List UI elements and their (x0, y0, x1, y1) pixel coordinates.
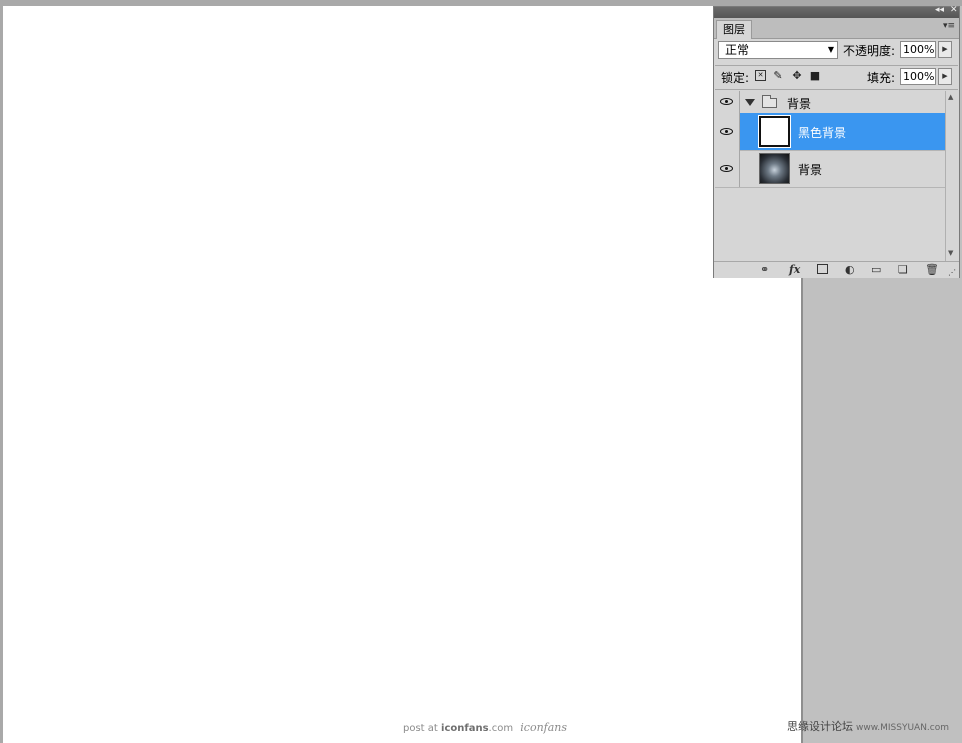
visibility-toggle[interactable] (715, 150, 740, 187)
layer-content: 背景 (740, 91, 945, 113)
link-layers-icon[interactable]: ⚭ (760, 263, 769, 277)
mask-icon[interactable] (817, 264, 828, 274)
layer-thumbnail-white (759, 116, 790, 147)
new-group-icon[interactable]: ▭ (871, 263, 881, 277)
opacity-label: 不透明度: (843, 44, 896, 58)
expand-triangle-icon[interactable] (745, 99, 755, 106)
layers-panel: ◂◂ ✕ 图层 ▾≡ 正常 ▼ 不透明度: 100% ▶ 锁定: ✕ ✎ ✥ ■… (713, 5, 960, 278)
panel-tabbar: 图层 ▾≡ (714, 18, 959, 39)
panel-footer: ⚭ fx ◐ ▭ ❏ 🗑 ⋰ (714, 261, 959, 278)
opacity-input[interactable]: 100% (900, 41, 936, 58)
watermark-iconfans: post at iconfans.com iconfans (403, 721, 568, 734)
layer-name: 背景 (798, 163, 823, 177)
iconfans-logo: iconfans (520, 721, 568, 734)
panel-menu-icon[interactable]: ▾≡ (943, 21, 955, 31)
adjustment-icon[interactable]: ◐ (845, 263, 855, 277)
layers-list: 背景 黑色背景 背景 (715, 91, 945, 261)
layer-content: 背景 (740, 150, 945, 187)
close-panel-icon[interactable]: ✕ (950, 5, 958, 15)
blend-row: 正常 ▼ 不透明度: 100% ▶ (718, 41, 956, 63)
lock-all-icon[interactable]: ■ (809, 70, 821, 82)
lock-paint-icon[interactable]: ✎ (772, 70, 784, 82)
opacity-slider-button[interactable]: ▶ (938, 41, 952, 58)
trash-icon[interactable]: 🗑 (925, 263, 939, 277)
fill-label: 填充: (867, 71, 896, 85)
panel-titlebar: ◂◂ ✕ (714, 5, 959, 18)
blend-mode-select[interactable]: 正常 ▼ (718, 41, 838, 59)
fill-slider-button[interactable]: ▶ (938, 68, 952, 85)
tab-layers[interactable]: 图层 (716, 20, 752, 39)
divider (715, 89, 958, 90)
fx-icon[interactable]: fx (789, 263, 800, 277)
scroll-down-icon[interactable]: ▼ (948, 249, 953, 257)
chevron-down-icon: ▼ (827, 45, 834, 54)
layer-row-selected[interactable]: 黑色背景 (715, 113, 945, 151)
lock-move-icon[interactable]: ✥ (791, 70, 803, 82)
folder-icon (762, 95, 777, 108)
layer-thumbnail-dark (759, 153, 790, 184)
watermark-missyuan: 思缘设计论坛 www.MISSYUAN.com (787, 720, 950, 733)
lock-label: 锁定: (721, 71, 750, 85)
lock-transparent-icon[interactable]: ✕ (755, 70, 766, 81)
document-canvas[interactable] (3, 6, 803, 743)
eye-icon (720, 98, 733, 105)
collapse-panel-icon[interactable]: ◂◂ (935, 5, 944, 15)
layer-name: 背景 (787, 97, 812, 111)
eye-icon (720, 165, 733, 172)
divider (715, 65, 958, 66)
visibility-toggle[interactable] (715, 113, 740, 150)
fill-input[interactable]: 100% (900, 68, 936, 85)
eye-icon (720, 128, 733, 135)
layer-row[interactable]: 背景 (715, 150, 945, 188)
layer-name: 黑色背景 (798, 126, 847, 140)
layers-scrollbar[interactable]: ▲ ▼ (945, 91, 958, 261)
new-layer-icon[interactable]: ❏ (898, 263, 908, 277)
layer-content: 黑色背景 (740, 113, 945, 150)
resize-grip-icon[interactable]: ⋰ (948, 266, 956, 280)
visibility-toggle[interactable] (715, 91, 740, 113)
scroll-up-icon[interactable]: ▲ (948, 93, 953, 101)
layer-row-group[interactable]: 背景 (715, 91, 945, 114)
